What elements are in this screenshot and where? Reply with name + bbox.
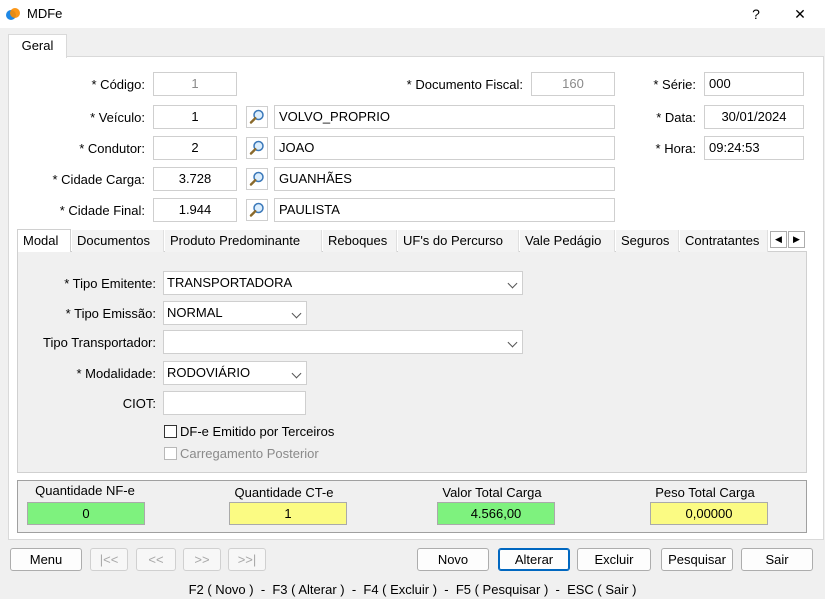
veiculo-label: * Veículo: <box>90 110 145 125</box>
total-cte-value: 1 <box>229 502 347 525</box>
tab-modal[interactable]: Modal <box>17 229 71 252</box>
condutor-field[interactable]: 2 <box>153 136 237 160</box>
valor-total-carga-value: 4.566,00 <box>437 502 555 525</box>
title-bar <box>0 0 825 28</box>
cidade-carga-search-button[interactable] <box>246 168 268 190</box>
alterar-button[interactable]: Alterar <box>498 548 570 571</box>
sair-button[interactable]: Sair <box>741 548 813 571</box>
tab-vale-pedagio[interactable]: Vale Pedágio <box>520 230 615 252</box>
serie-label: * Série: <box>653 77 696 92</box>
dfe-terceiros-checkbox[interactable] <box>164 425 177 438</box>
tipo-emissao-select[interactable]: NORMAL <box>163 301 307 325</box>
tab-contratantes[interactable]: Contratantes <box>680 230 768 252</box>
chevron-down-icon <box>291 368 302 379</box>
first-record-button[interactable]: |<< <box>90 548 128 571</box>
cidade-carga-label: * Cidade Carga: <box>52 172 146 187</box>
peso-total-carga-label: Peso Total Carga <box>655 485 755 500</box>
condutor-label: * Condutor: <box>79 141 145 156</box>
codigo-label: * Código: <box>91 77 145 92</box>
tipo-transportador-label: Tipo Transportador: <box>43 335 156 350</box>
menu-button[interactable]: Menu <box>10 548 82 571</box>
next-record-button[interactable]: >> <box>183 548 221 571</box>
condutor-search-button[interactable] <box>246 137 268 159</box>
ciot-field[interactable] <box>163 391 306 415</box>
peso-total-carga-value: 0,00000 <box>650 502 768 525</box>
tab-reboques[interactable]: Reboques <box>323 230 397 252</box>
carregamento-posterior-checkbox[interactable] <box>164 447 177 460</box>
tipo-emitente-select[interactable]: TRANSPORTADORA <box>163 271 523 295</box>
tipo-emissao-value: NORMAL <box>167 305 223 320</box>
last-record-button[interactable]: >>| <box>228 548 266 571</box>
tipo-emitente-label: * Tipo Emitente: <box>64 276 156 291</box>
help-button[interactable]: ? <box>740 4 772 24</box>
magnifier-icon <box>249 171 264 186</box>
tab-documentos[interactable]: Documentos <box>72 230 164 252</box>
documento-fiscal-field[interactable]: 160 <box>531 72 615 96</box>
tipo-emitente-value: TRANSPORTADORA <box>167 275 293 290</box>
serie-field[interactable]: 000 <box>704 72 804 96</box>
tab-scroll-left-icon[interactable]: ◀ <box>770 231 787 248</box>
total-nfe-label: Quantidade NF-e <box>35 483 135 498</box>
data-field[interactable]: 30/01/2024 <box>704 105 804 129</box>
condutor-desc-field[interactable]: JOAO <box>274 136 615 160</box>
veiculo-field[interactable]: 1 <box>153 105 237 129</box>
codigo-field[interactable]: 1 <box>153 72 237 96</box>
chevron-down-icon <box>507 278 518 289</box>
pesquisar-button[interactable]: Pesquisar <box>661 548 733 571</box>
modalidade-select[interactable]: RODOVIÁRIO <box>163 361 307 385</box>
magnifier-icon <box>249 140 264 155</box>
shortcut-hints: F2 ( Novo ) - F3 ( Alterar ) - F4 ( Excl… <box>188 582 637 597</box>
tab-produto-predominante[interactable]: Produto Predominante <box>165 230 322 252</box>
total-cte-label: Quantidade CT-e <box>234 485 334 500</box>
magnifier-icon <box>249 109 264 124</box>
tipo-transportador-select[interactable] <box>163 330 523 354</box>
carregamento-posterior-label: Carregamento Posterior <box>180 446 319 461</box>
cidade-carga-field[interactable]: 3.728 <box>153 167 237 191</box>
novo-button[interactable]: Novo <box>417 548 489 571</box>
prev-record-button[interactable]: << <box>136 548 176 571</box>
window-title: MDFe <box>27 6 63 21</box>
veiculo-desc-field[interactable]: VOLVO_PROPRIO <box>274 105 615 129</box>
tab-geral[interactable]: Geral <box>8 34 67 58</box>
hora-label: * Hora: <box>655 141 696 156</box>
app-logo-icon <box>6 8 20 20</box>
magnifier-icon <box>249 202 264 217</box>
cidade-final-desc-field[interactable]: PAULISTA <box>274 198 615 222</box>
data-label: * Data: <box>656 110 696 125</box>
excluir-button[interactable]: Excluir <box>577 548 651 571</box>
tipo-emissao-label: * Tipo Emissão: <box>65 306 156 321</box>
modalidade-label: * Modalidade: <box>76 366 157 381</box>
tab-ufs-percurso[interactable]: UF's do Percurso <box>398 230 519 252</box>
valor-total-carga-label: Valor Total Carga <box>442 485 542 500</box>
hora-field[interactable]: 09:24:53 <box>704 136 804 160</box>
cidade-final-field[interactable]: 1.944 <box>153 198 237 222</box>
documento-fiscal-label: * Documento Fiscal: <box>406 77 523 92</box>
dfe-terceiros-label: DF-e Emitido por Terceiros <box>180 424 335 439</box>
cidade-final-label: * Cidade Final: <box>59 203 145 218</box>
veiculo-search-button[interactable] <box>246 106 268 128</box>
tab-scroll-right-icon[interactable]: ▶ <box>788 231 805 248</box>
tab-seguros[interactable]: Seguros <box>616 230 679 252</box>
chevron-down-icon <box>507 337 518 348</box>
modalidade-value: RODOVIÁRIO <box>167 365 251 380</box>
close-button[interactable]: ✕ <box>784 4 816 24</box>
chevron-down-icon <box>291 308 302 319</box>
total-nfe-value: 0 <box>27 502 145 525</box>
ciot-label: CIOT: <box>122 396 156 411</box>
cidade-final-search-button[interactable] <box>246 199 268 221</box>
cidade-carga-desc-field[interactable]: GUANHÃES <box>274 167 615 191</box>
